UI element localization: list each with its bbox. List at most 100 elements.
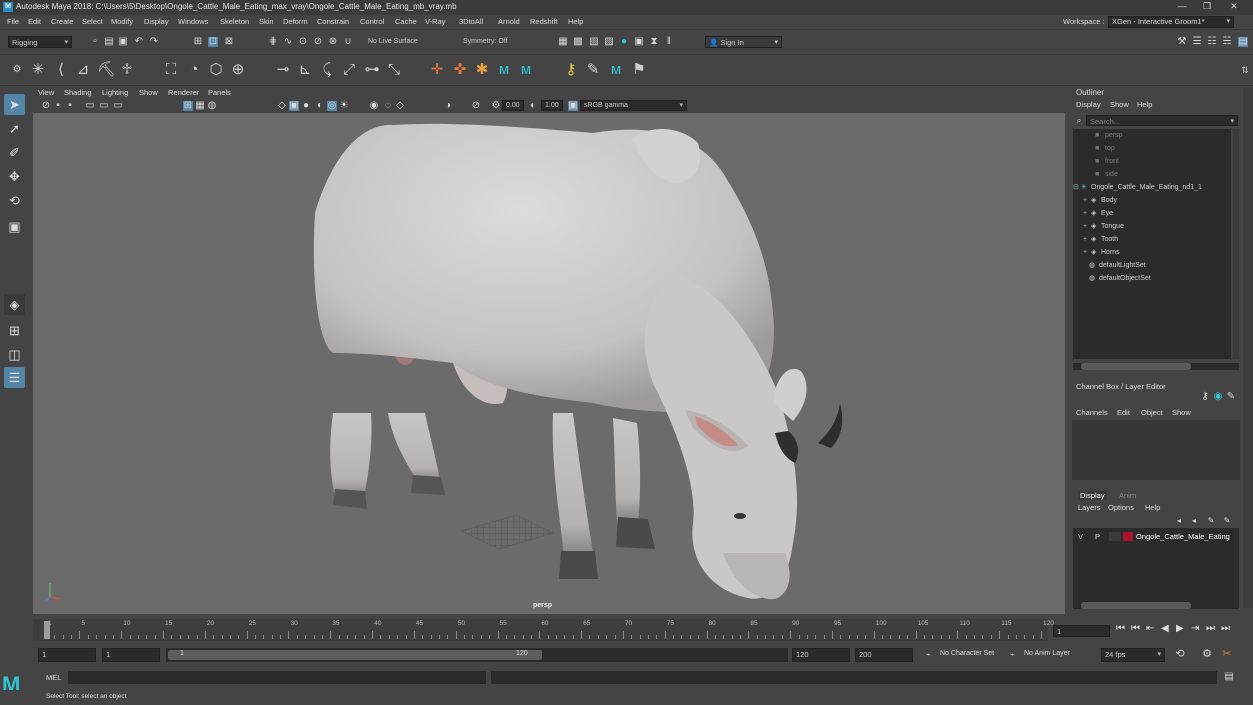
channel-box-key-icon[interactable]: ⚷ [1200,392,1210,402]
outliner-item[interactable]: ■ side [1073,168,1231,181]
playback-start-field[interactable]: 1 [102,648,160,662]
quick-rig-icon[interactable]: ⛏ [97,61,116,79]
menu-modify[interactable]: Modify [111,17,133,26]
ik-handle-icon[interactable]: ⟨ [52,61,70,79]
render-frame-icon[interactable]: ▩ [573,37,583,47]
menu-cache[interactable]: Cache [395,17,417,26]
new-scene-icon[interactable]: ▫ [90,37,100,47]
hypershade-icon[interactable]: ● [619,37,629,47]
aim-constraint-icon[interactable]: ⊶ [363,61,381,79]
exposure-field[interactable]: 0.00 [502,100,524,111]
outliner-item[interactable]: ⊟ ✳ Ongole_Cattle_Male_Eating_nd1_1 [1073,181,1231,194]
play-forward-icon[interactable]: ▶ [1176,623,1184,634]
current-frame-marker[interactable] [44,621,50,639]
snap-curve-icon[interactable]: ∿ [283,37,293,47]
menu-edit[interactable]: Edit [28,17,41,26]
layer-menu-options[interactable]: Options [1108,503,1134,512]
layer-name[interactable]: Ongole_Cattle_Male_Eating [1136,532,1230,541]
time-slider[interactable]: 1510152025303540455055606570758085909510… [33,619,1054,641]
wireframe-icon[interactable]: ▦ [195,101,205,111]
vp-menu-lighting[interactable]: Lighting [102,88,128,97]
xray-joints-icon[interactable]: ◌ [383,101,393,111]
scale-tool-icon[interactable]: ▣ [4,216,25,237]
character-set-select[interactable]: No Character Set [940,650,994,657]
shelf-settings-icon[interactable]: ⚙ [8,61,26,79]
outliner-search-input[interactable]: Search... ▾ [1086,115,1238,126]
range-slider[interactable]: 1 120 [166,648,788,662]
human-ik-icon[interactable]: ♱ [118,61,136,79]
select-object-icon[interactable]: ⊡ [208,37,218,47]
image-plane-icon[interactable]: ▪ [65,101,75,111]
resolution-gate-icon[interactable]: ▭ [99,101,109,111]
play-backward-icon[interactable]: ◀ [1161,623,1169,634]
paint-weights-icon[interactable]: ✎ [584,61,602,79]
xray-active-icon[interactable]: ◇ [395,101,405,111]
grid-toggle-icon[interactable]: ⊞ [183,101,193,111]
new-layer-icon[interactable]: ✎ [1206,516,1216,526]
outliner-item[interactable]: ■ top [1073,142,1231,155]
locator-icon[interactable]: ✛ [428,61,446,79]
channel-box-settings-icon[interactable]: ✎ [1226,392,1236,402]
vray-ipr-icon[interactable]: ⧗ [649,37,659,47]
bookmark-icon[interactable]: ⚑ [630,61,648,79]
vp-menu-renderer[interactable]: Renderer [168,88,199,97]
workspace-select[interactable]: XGen - Interactive Groom1* ▾ [1108,16,1234,28]
menu-create[interactable]: Create [51,17,74,26]
exposure-reset-icon[interactable]: ⚙ [491,101,501,111]
expand-icon[interactable]: + [1083,220,1087,233]
menu-arnold[interactable]: Arnold [498,17,520,26]
channel-menu-object[interactable]: Object [1141,408,1163,417]
redo-icon[interactable]: ↷ [149,37,159,47]
fps-select[interactable]: 24 fps ▾ [1101,648,1165,662]
outliner-toggle-icon[interactable]: ▤ [1238,37,1248,47]
gamma-field[interactable]: 1.00 [541,100,563,111]
loop-icon[interactable]: ⟲ [1175,649,1185,660]
character-icon[interactable]: ✱ [473,61,491,79]
snap-surface-icon[interactable]: ⊗ [328,37,338,47]
menu-deform[interactable]: Deform [283,17,308,26]
layer-menu-layers[interactable]: Layers [1078,503,1101,512]
collapse-icon[interactable]: ⊟ [1073,181,1079,194]
two-view-icon[interactable]: ◫ [4,344,25,365]
anim-layer-select[interactable]: No Anim Layer [1024,650,1070,657]
cattle-model[interactable] [313,123,843,600]
outliner-menu-display[interactable]: Display [1076,100,1101,109]
outliner-menu-show[interactable]: Show [1110,100,1129,109]
select-tool-icon[interactable]: ➤ [4,94,25,115]
layer-tab-display[interactable]: Display [1078,491,1107,500]
ik-spline-icon[interactable]: ⊿ [74,61,92,79]
textured-icon[interactable]: ▣ [289,101,299,111]
current-frame-field[interactable]: 1 [1053,625,1110,637]
command-language-label[interactable]: MEL [46,673,61,682]
smooth-shade-icon[interactable]: ◍ [207,101,217,111]
lattice-icon[interactable]: ⬡ [207,61,225,79]
exposure-icon[interactable]: ◑ [443,101,453,111]
menu-help[interactable]: Help [568,17,583,26]
antialiasing-icon[interactable]: ☀ [339,101,349,111]
auto-key-icon[interactable]: ⚙ [1202,649,1212,660]
menu-skeleton[interactable]: Skeleton [220,17,249,26]
ipr-render-icon[interactable]: ▨ [604,37,614,47]
layer-row[interactable]: V P Ongole_Cattle_Male_Eating [1073,531,1239,543]
layer-color-swatch[interactable] [1123,532,1133,541]
expand-icon[interactable]: + [1083,207,1087,220]
maximize-button[interactable]: ❐ [1196,1,1218,14]
go-to-end-icon[interactable]: ⏭ [1221,623,1230,634]
gamma-icon[interactable]: ◐ [528,101,538,111]
paint-select-icon[interactable]: ✐ [4,142,25,163]
step-back-frame-icon[interactable]: ⇤ [1146,623,1154,634]
step-forward-key-icon[interactable]: ⏭ [1206,623,1215,634]
symmetry-label[interactable]: Symmetry: Off [463,38,508,45]
color-management-icon[interactable]: ▣ [568,101,578,111]
minimize-button[interactable]: — [1171,1,1193,14]
expand-icon[interactable]: + [1083,194,1087,207]
menu-set-select[interactable]: Rigging ▾ [8,36,72,48]
point-constraint-icon[interactable]: ⊾ [296,61,314,79]
channel-box-display-icon[interactable]: ◉ [1213,392,1223,402]
outliner-item[interactable]: + ◈ Tooth [1073,233,1231,246]
outliner-item[interactable]: ◍ defaultLightSet [1073,259,1231,272]
command-input[interactable] [68,671,486,684]
menu-select[interactable]: Select [82,17,103,26]
outliner-menu-help[interactable]: Help [1137,100,1152,109]
isolate-select-icon[interactable]: ◉ [369,101,379,111]
